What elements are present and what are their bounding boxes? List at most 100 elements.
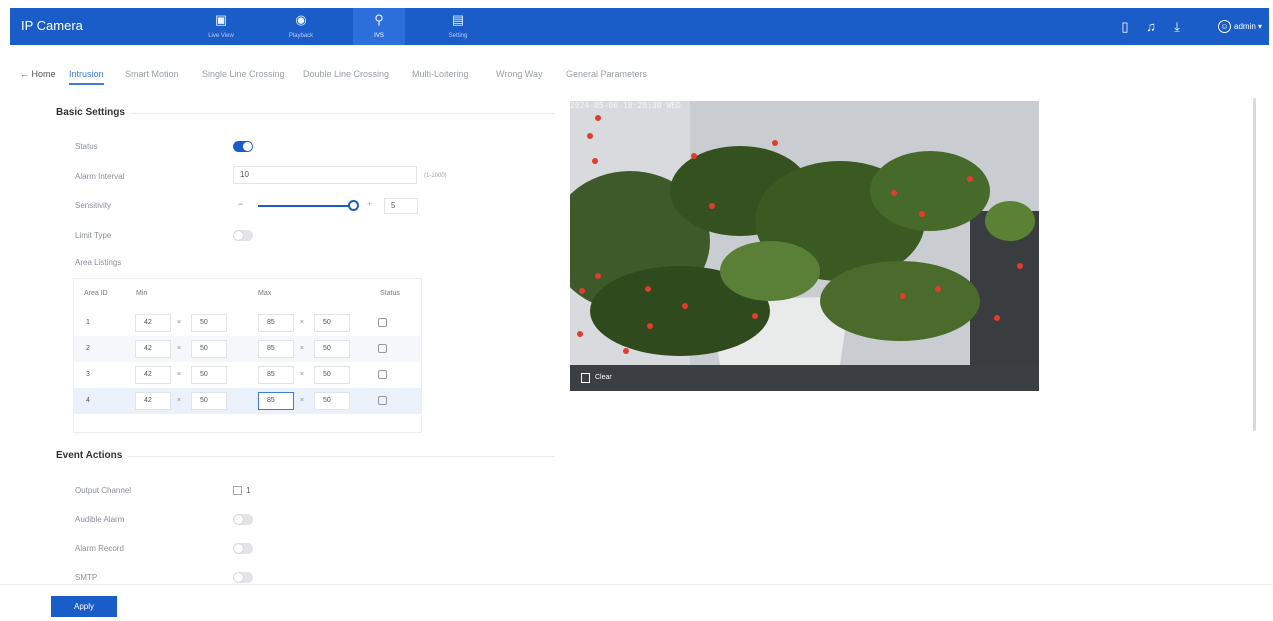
min-width-input[interactable]: 42	[135, 392, 171, 410]
area-listings-table: Area ID Min Max Status 1 42 × 50 85 × 50…	[73, 278, 422, 433]
max-height-input[interactable]: 50	[314, 314, 350, 332]
sensitivity-slider-thumb[interactable]	[348, 200, 359, 211]
tab-smart-motion[interactable]: Smart Motion	[125, 69, 179, 79]
tab-multi-loitering[interactable]: Multi-Loitering	[412, 69, 469, 79]
header-status: Status	[380, 290, 400, 297]
apply-button[interactable]: Apply	[51, 596, 117, 617]
nav-setting[interactable]: ▤ Setting	[432, 12, 484, 39]
alarm-interval-label: Alarm Interval	[75, 172, 125, 181]
min-height-input[interactable]: 50	[191, 340, 227, 358]
max-width-input[interactable]: 85	[258, 366, 294, 384]
video-preview[interactable]: 2024-05-06 18:28:30 WED Clear	[570, 101, 1039, 391]
top-navigation-bar: IP Camera ▣ Live View ◉ Playback ⚲ IVS ▤…	[10, 8, 1269, 45]
max-height-input[interactable]: 50	[314, 366, 350, 384]
nav-label: Playback	[288, 33, 314, 39]
min-width-input[interactable]: 42	[135, 314, 171, 332]
setting-icon: ▤	[451, 12, 465, 27]
ivs-icon: ⚲	[374, 12, 384, 27]
max-height-input[interactable]: 50	[314, 340, 350, 358]
tab-intrusion[interactable]: Intrusion	[69, 69, 104, 85]
area-status-checkbox[interactable]	[378, 396, 387, 405]
plus-icon[interactable]: +	[367, 199, 372, 209]
audible-alarm-toggle[interactable]	[233, 514, 253, 525]
clear-button[interactable]: Clear	[595, 374, 612, 381]
max-width-input[interactable]: 85	[258, 340, 294, 358]
nav-label: Live View	[208, 33, 234, 39]
output-channel-label: Output Channel	[75, 486, 132, 495]
event-actions-title: Event Actions	[56, 450, 123, 461]
separator: ×	[177, 345, 182, 352]
home-link[interactable]: ← Home	[20, 69, 56, 79]
bell-icon[interactable]: ♫	[1143, 19, 1159, 35]
separator: ×	[177, 397, 182, 404]
video-timestamp: 2024-05-06 18:28:30 WED	[570, 101, 681, 110]
app-title: IP Camera	[21, 18, 83, 33]
status-toggle[interactable]	[233, 141, 253, 152]
min-width-input[interactable]: 42	[135, 340, 171, 358]
section-divider	[128, 456, 555, 457]
output-channel-checkbox[interactable]	[233, 486, 242, 495]
section-divider	[130, 113, 555, 114]
tab-double-line-crossing[interactable]: Double Line Crossing	[303, 69, 389, 79]
alarm-record-toggle[interactable]	[233, 543, 253, 554]
nav-playback[interactable]: ◉ Playback	[275, 12, 327, 39]
sensitivity-input[interactable]: 5	[384, 198, 418, 214]
user-name: admin	[1234, 22, 1256, 31]
min-height-input[interactable]: 50	[191, 366, 227, 384]
tab-wrong-way[interactable]: Wrong Way	[496, 69, 543, 79]
separator: ×	[300, 345, 305, 352]
user-icon: ☺	[1218, 20, 1231, 34]
minus-icon[interactable]: −	[238, 199, 243, 209]
min-height-input[interactable]: 50	[191, 314, 227, 332]
area-id: 4	[86, 397, 90, 404]
area-status-checkbox[interactable]	[378, 344, 387, 353]
playback-icon: ◉	[295, 12, 307, 27]
camera-scene-image	[570, 101, 1039, 365]
header-min: Min	[136, 290, 148, 297]
output-channel-number: 1	[246, 486, 251, 495]
nav-label: IVS	[374, 33, 384, 39]
tab-single-line-crossing[interactable]: Single Line Crossing	[202, 69, 285, 79]
header-area-id: Area ID	[84, 290, 108, 297]
smtp-toggle[interactable]	[233, 572, 253, 583]
area-id: 1	[86, 319, 90, 326]
separator: ×	[177, 319, 182, 326]
area-id: 3	[86, 371, 90, 378]
alarm-interval-range: (1-1000)	[424, 173, 447, 179]
limit-type-toggle[interactable]	[233, 230, 253, 241]
vertical-scrollbar[interactable]	[1253, 98, 1256, 431]
footer-divider	[0, 584, 1273, 585]
nav-ivs[interactable]: ⚲ IVS	[353, 8, 405, 45]
user-menu[interactable]: ☺ admin ▾	[1218, 19, 1262, 35]
header-max: Max	[258, 290, 272, 297]
max-width-input[interactable]: 85	[258, 392, 294, 410]
separator: ×	[300, 319, 305, 326]
alarm-interval-input[interactable]: 10	[233, 166, 417, 184]
area-id: 2	[86, 345, 90, 352]
table-row: 3 42 × 50 85 × 50	[74, 362, 421, 388]
audible-alarm-label: Audible Alarm	[75, 515, 125, 524]
separator: ×	[300, 371, 305, 378]
table-row: 4 42 × 50 85 × 50	[74, 388, 421, 414]
sensitivity-label: Sensitivity	[75, 201, 112, 210]
download-icon[interactable]: ⤓	[1169, 19, 1185, 35]
max-width-input[interactable]: 85	[258, 314, 294, 332]
video-toolbar: Clear	[570, 365, 1039, 391]
export-icon[interactable]: ▯	[1117, 19, 1133, 35]
nav-live-view[interactable]: ▣ Live View	[195, 12, 247, 39]
min-width-input[interactable]: 42	[135, 366, 171, 384]
live-view-icon: ▣	[214, 12, 228, 27]
tab-general-parameters[interactable]: General Parameters	[566, 69, 647, 79]
nav-label: Setting	[448, 33, 468, 39]
area-listings-label: Area Listings	[75, 258, 122, 267]
smtp-label: SMTP	[75, 573, 98, 582]
trash-icon[interactable]	[581, 373, 590, 383]
sensitivity-slider-track[interactable]	[258, 205, 354, 207]
area-status-checkbox[interactable]	[378, 318, 387, 327]
min-height-input[interactable]: 50	[191, 392, 227, 410]
area-status-checkbox[interactable]	[378, 370, 387, 379]
table-row: 2 42 × 50 85 × 50	[74, 336, 421, 362]
separator: ×	[177, 371, 182, 378]
max-height-input[interactable]: 50	[314, 392, 350, 410]
table-row: 1 42 × 50 85 × 50	[74, 310, 421, 336]
